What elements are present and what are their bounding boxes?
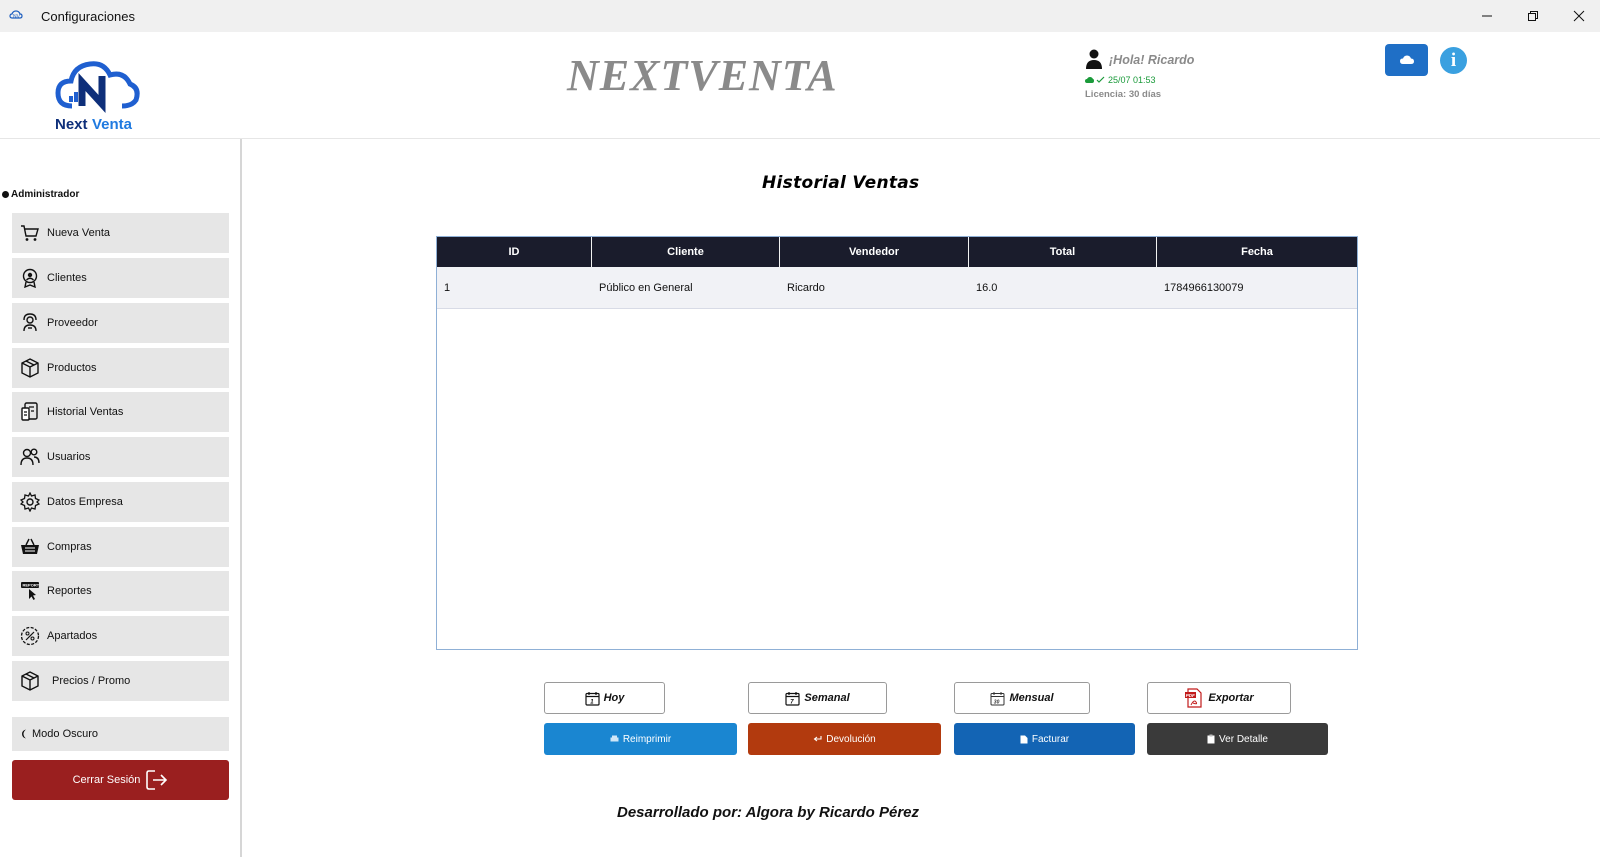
sidebar-item-compras[interactable]: Compras [12, 527, 229, 567]
clipboard-icon [1207, 734, 1215, 744]
sync-time: 25/07 01:53 [1108, 75, 1156, 85]
sidebar: Administrador Nueva Venta Clientes Prove… [0, 139, 242, 857]
calendar-month-icon: 30 [990, 691, 1005, 705]
role-label: Administrador [2, 189, 79, 200]
cell-total: 16.0 [976, 281, 998, 294]
info-button[interactable]: i [1440, 47, 1467, 74]
calendar-day-icon: 1 [585, 691, 600, 706]
cart-icon [19, 222, 41, 244]
user-greeting: ¡Hola! Ricardo [1109, 53, 1195, 67]
box-icon [19, 357, 41, 379]
sync-status: 25/07 01:53 [1085, 75, 1156, 85]
column-header-id[interactable]: ID [437, 237, 592, 267]
cloud-sync-button[interactable] [1385, 44, 1428, 76]
export-pdf-button[interactable]: PDF Exportar [1147, 682, 1291, 714]
license-status: Licencia: 30 días [1085, 89, 1162, 100]
report-icon: REPORT [19, 580, 41, 602]
reprint-button[interactable]: Reimprimir [544, 723, 737, 755]
close-button[interactable] [1556, 0, 1600, 32]
sidebar-item-clientes[interactable]: Clientes [12, 258, 229, 298]
user-icon [1086, 49, 1102, 69]
close-icon [1573, 10, 1585, 22]
cloud-icon [1399, 55, 1414, 64]
sidebar-item-historial-ventas[interactable]: Historial Ventas [12, 392, 229, 432]
developer-credit: Desarrollado por: Algora by Ricardo Pére… [617, 804, 920, 821]
brand-title: NEXTVENTA [567, 51, 838, 100]
sidebar-item-datos-empresa[interactable]: Datos Empresa [12, 482, 229, 522]
sales-history-table: ID Cliente Vendedor Total Fecha 1 Públic… [436, 236, 1358, 650]
maximize-button[interactable] [1510, 0, 1556, 32]
svg-text:Next: Next [55, 116, 88, 133]
invoice-button[interactable]: Facturar [954, 723, 1135, 755]
gear-icon [19, 491, 41, 513]
dark-mode-toggle[interactable]: Modo Oscuro [12, 717, 229, 751]
sidebar-item-apartados[interactable]: Apartados [12, 616, 229, 656]
sidebar-item-precios-promo[interactable]: Precios / Promo [12, 661, 229, 701]
cell-id: 1 [444, 281, 451, 294]
app-icon: NV [9, 10, 23, 20]
column-header-fecha[interactable]: Fecha [1157, 237, 1357, 267]
info-icon: i [1450, 49, 1457, 71]
sidebar-item-reportes[interactable]: REPORT Reportes [12, 571, 229, 611]
return-arrow-icon [813, 736, 822, 742]
view-detail-button[interactable]: Ver Detalle [1147, 723, 1328, 755]
table-row[interactable]: 1 Público en General Ricardo 16.0 178496… [437, 267, 1357, 309]
svg-text:NV: NV [13, 14, 21, 20]
svg-text:PDF: PDF [1186, 693, 1195, 698]
return-button[interactable]: Devolución [748, 723, 941, 755]
restore-icon [1528, 11, 1538, 21]
column-header-cliente[interactable]: Cliente [592, 237, 780, 267]
filter-today-button[interactable]: 1 Hoy [544, 682, 665, 714]
nextventa-logo: Next Venta [52, 48, 144, 142]
pdf-icon: PDF [1185, 688, 1202, 708]
sidebar-item-proveedor[interactable]: Proveedor [12, 303, 229, 343]
cell-vendedor: Ricardo [787, 281, 825, 294]
percent-icon [19, 625, 41, 647]
minimize-button[interactable] [1464, 0, 1510, 32]
page-title: Historial Ventas [762, 173, 920, 193]
logout-icon [146, 770, 168, 790]
basket-icon [19, 536, 41, 558]
box-icon [19, 670, 41, 692]
column-header-total[interactable]: Total [969, 237, 1157, 267]
window-titlebar: NV Configuraciones [0, 0, 1600, 32]
role-dot-icon [2, 191, 9, 198]
filter-monthly-button[interactable]: 30 Mensual [954, 682, 1090, 714]
svg-text:30: 30 [994, 699, 1000, 705]
cell-fecha: 1784966130079 [1164, 281, 1244, 294]
minimize-icon [1482, 15, 1492, 17]
svg-text:REPORT: REPORT [23, 583, 40, 588]
history-icon [19, 401, 41, 423]
sidebar-item-usuarios[interactable]: Usuarios [12, 437, 229, 477]
sidebar-item-productos[interactable]: Productos [12, 348, 229, 388]
window-title: Configuraciones [41, 9, 135, 24]
cloud-check-icon [1085, 76, 1105, 83]
cell-cliente: Público en General [599, 281, 693, 294]
moon-icon [22, 729, 26, 739]
table-header: ID Cliente Vendedor Total Fecha [437, 237, 1357, 267]
column-header-vendedor[interactable]: Vendedor [780, 237, 969, 267]
client-badge-icon [19, 267, 41, 289]
document-icon [1020, 735, 1028, 743]
svg-text:Venta: Venta [92, 116, 133, 133]
logout-button[interactable]: Cerrar Sesión [12, 760, 229, 800]
provider-icon [19, 312, 41, 334]
printer-icon [610, 735, 619, 742]
sidebar-item-nueva-venta[interactable]: Nueva Venta [12, 213, 229, 253]
filter-weekly-button[interactable]: 7 Semanal [748, 682, 887, 714]
calendar-week-icon: 7 [785, 691, 800, 706]
users-icon [19, 446, 41, 468]
